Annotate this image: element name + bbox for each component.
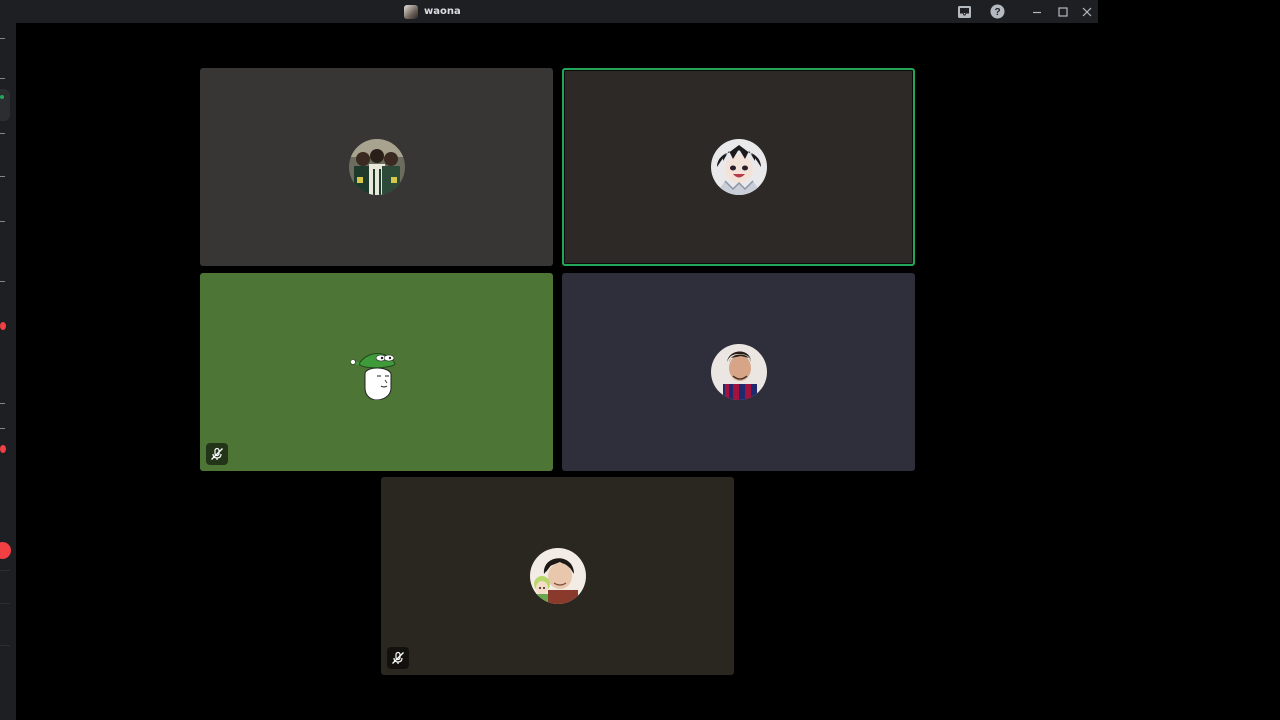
- inbox-icon[interactable]: [957, 4, 972, 19]
- rail-marker: [0, 176, 5, 177]
- mic-muted-icon: [206, 443, 228, 465]
- rail-alert-indicator[interactable]: [0, 542, 11, 559]
- rail-marker: [0, 645, 10, 646]
- rail-marker: [0, 133, 5, 134]
- rail-notification-badge: [0, 322, 6, 330]
- window-title: waona: [424, 6, 461, 17]
- window-title-group: waona: [404, 4, 461, 19]
- title-bar: waona ?: [0, 0, 1098, 23]
- rail-marker: [0, 78, 5, 79]
- server-rail: [0, 23, 16, 720]
- rail-notification-badge: [0, 445, 6, 453]
- rail-marker: [0, 281, 5, 282]
- participant-tile-speaking[interactable]: [562, 68, 915, 266]
- help-icon[interactable]: ?: [989, 4, 1005, 19]
- footballer-avatar: [710, 344, 767, 400]
- rail-marker: [0, 221, 5, 222]
- pepe-wojak-avatar: [348, 344, 405, 400]
- participant-tile[interactable]: [200, 68, 553, 266]
- participant-tile[interactable]: [200, 273, 553, 471]
- close-icon[interactable]: [1080, 4, 1094, 19]
- rail-marker: [0, 38, 5, 39]
- anime-character-avatar: [710, 139, 767, 195]
- rail-marker: [0, 403, 5, 404]
- rail-marker: [0, 428, 5, 429]
- selfie-avatar: [529, 548, 586, 604]
- rail-status-dot: [0, 95, 4, 99]
- minimize-icon[interactable]: [1030, 4, 1044, 19]
- rail-marker: [0, 603, 10, 604]
- group-photo-avatar: [348, 139, 405, 195]
- svg-text:?: ?: [994, 7, 1000, 18]
- channel-avatar: [404, 4, 418, 19]
- rail-server-icon[interactable]: [0, 89, 10, 121]
- mic-muted-icon: [387, 647, 409, 669]
- rail-marker: [0, 570, 10, 571]
- maximize-icon[interactable]: [1056, 4, 1070, 19]
- participant-tile[interactable]: [381, 477, 734, 675]
- participant-tile[interactable]: [562, 273, 915, 471]
- voice-call-window: waona ?: [0, 0, 1280, 720]
